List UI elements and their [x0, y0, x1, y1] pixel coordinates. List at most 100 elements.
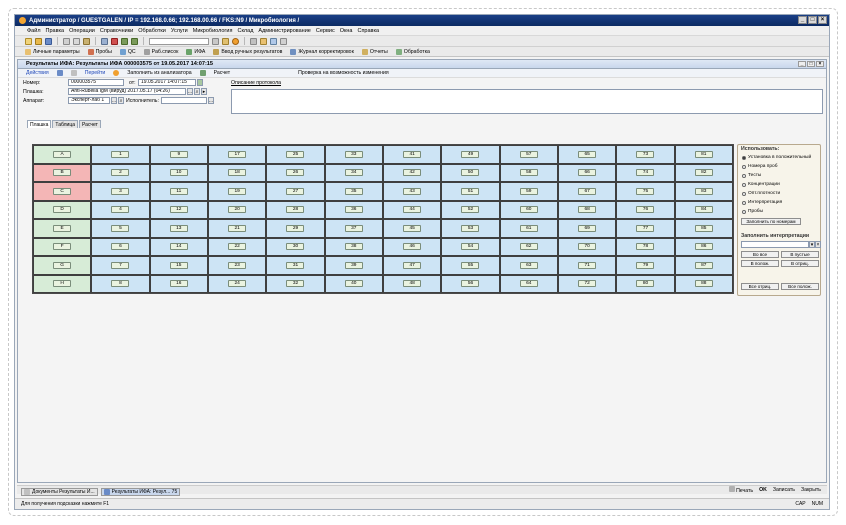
well-button[interactable]: 10 — [169, 169, 188, 177]
well-button[interactable]: 40 — [344, 280, 363, 288]
task-documents[interactable]: Документы Результаты И... — [21, 487, 98, 496]
paste-icon[interactable] — [83, 37, 90, 45]
redo-icon[interactable] — [131, 37, 138, 45]
well-button[interactable]: 2 — [111, 169, 130, 177]
plate-row-header[interactable]: H — [33, 274, 92, 293]
plate-cell[interactable]: 71 — [557, 256, 617, 275]
well-button[interactable]: 42 — [403, 169, 422, 177]
menu-windows[interactable]: Окна — [340, 28, 353, 34]
plate-cell[interactable]: 11 — [149, 182, 208, 201]
plate-cell[interactable]: 59 — [499, 182, 558, 201]
use-option-radio[interactable]: Опт.плотности — [742, 191, 780, 196]
plate-cell[interactable]: 4 — [91, 200, 150, 219]
well-button[interactable]: 18 — [228, 169, 247, 177]
interp-combo[interactable] — [741, 241, 809, 248]
plate-cell[interactable]: 68 — [557, 200, 617, 219]
well-button[interactable]: 54 — [461, 243, 480, 251]
date-field[interactable]: 19.05.2017 14:07:15 — [138, 79, 196, 86]
copy-icon[interactable] — [73, 37, 80, 45]
plate-cell[interactable]: 45 — [382, 219, 442, 238]
well-button[interactable]: 69 — [578, 224, 597, 232]
plate-cell[interactable]: 53 — [441, 219, 500, 238]
plate-open-icon[interactable]: ▸ — [201, 88, 207, 95]
plate-cell[interactable]: 10 — [149, 163, 208, 182]
plate-cell[interactable]: 56 — [441, 274, 500, 293]
close-button[interactable]: × — [818, 16, 827, 24]
plate-cell[interactable]: 82 — [674, 163, 733, 182]
help-icon[interactable] — [232, 37, 239, 45]
save-icon[interactable] — [45, 37, 52, 45]
well-button[interactable]: 75 — [636, 187, 655, 195]
use-option-radio[interactable]: Концентрации — [742, 182, 780, 187]
plate-cell[interactable]: 47 — [382, 256, 442, 275]
well-button[interactable]: 30 — [286, 243, 305, 251]
plate-cell[interactable]: 87 — [674, 256, 733, 275]
row-label-button[interactable]: C — [53, 187, 72, 195]
find-icon[interactable] — [101, 37, 108, 45]
plate-cell[interactable]: 20 — [207, 200, 267, 219]
plate-cell[interactable]: 55 — [441, 256, 500, 275]
tab-table[interactable]: Таблица — [52, 120, 78, 128]
plate-row-header[interactable]: F — [33, 237, 92, 256]
maximize-button[interactable]: □ — [808, 16, 817, 24]
reports-button[interactable]: Отчеты — [361, 48, 388, 55]
fill-all-button[interactable]: Во все — [741, 251, 779, 258]
menu-references[interactable]: Справочники — [100, 28, 133, 34]
well-button[interactable]: 11 — [169, 187, 188, 195]
well-button[interactable]: 38 — [344, 243, 363, 251]
plate-cell[interactable]: 52 — [441, 200, 500, 219]
doc-minimize-button[interactable]: _ — [798, 61, 806, 67]
device-field[interactable]: Эксперт-лаб 1 — [68, 97, 110, 104]
plate-cell[interactable]: 57 — [499, 145, 558, 164]
plate-cell[interactable]: 29 — [266, 219, 325, 238]
plate-cell[interactable]: 48 — [382, 274, 442, 293]
calendar-icon[interactable] — [222, 37, 229, 45]
plate-cell[interactable]: 77 — [616, 219, 675, 238]
well-button[interactable]: 15 — [169, 261, 188, 269]
plate-cell[interactable]: 12 — [149, 200, 208, 219]
plate-cell[interactable]: 31 — [266, 256, 325, 275]
plate-cell[interactable]: 15 — [149, 256, 208, 275]
menu-microbiology[interactable]: Микробиология — [193, 28, 233, 34]
well-button[interactable]: 5 — [111, 224, 130, 232]
plate-cell[interactable]: 64 — [499, 274, 558, 293]
well-button[interactable]: 14 — [169, 243, 188, 251]
plate-cell[interactable]: 13 — [149, 219, 208, 238]
well-button[interactable]: 67 — [578, 187, 597, 195]
menu-services[interactable]: Услуги — [171, 28, 188, 34]
plate-cell[interactable]: 27 — [266, 182, 325, 201]
well-button[interactable]: 71 — [578, 261, 597, 269]
calendar-icon[interactable] — [197, 79, 203, 86]
number-field[interactable]: 000003575 — [68, 79, 124, 86]
plate-cell[interactable]: 73 — [616, 145, 675, 164]
calc-icon[interactable] — [212, 37, 219, 45]
well-button[interactable]: 37 — [344, 224, 363, 232]
plate-row-header[interactable]: G — [33, 256, 92, 275]
plate-field[interactable]: Anti-Rubella IgM (вируд) 2017.05.17 (04:… — [68, 88, 186, 95]
well-button[interactable]: 60 — [519, 206, 538, 214]
go-menu[interactable]: Перейти — [85, 70, 106, 76]
well-button[interactable]: 25 — [286, 150, 305, 158]
processing-button[interactable]: Обработка — [395, 48, 430, 55]
worklist-button[interactable]: Раб.список — [143, 48, 178, 55]
corrections-journal-button[interactable]: Журнал корректировок — [290, 48, 354, 55]
plate-cell[interactable]: 33 — [324, 145, 383, 164]
well-button[interactable]: 85 — [694, 224, 713, 232]
plate-cell[interactable]: 34 — [324, 163, 383, 182]
well-button[interactable]: 34 — [344, 169, 363, 177]
well-button[interactable]: 70 — [578, 243, 597, 251]
plate-cell[interactable]: 43 — [382, 182, 442, 201]
plate-cell[interactable]: 54 — [441, 237, 500, 256]
well-button[interactable]: 68 — [578, 206, 597, 214]
well-button[interactable]: 3 — [111, 187, 130, 195]
well-button[interactable]: 39 — [344, 261, 363, 269]
actions-menu[interactable]: Действия — [26, 70, 49, 76]
plate-cell[interactable]: 32 — [266, 274, 325, 293]
plate-cell[interactable]: 50 — [441, 163, 500, 182]
well-button[interactable]: 59 — [519, 187, 538, 195]
report-icon[interactable] — [260, 37, 267, 45]
plate-cell[interactable]: 37 — [324, 219, 383, 238]
open-icon[interactable] — [35, 37, 42, 45]
plate-cell[interactable]: 1 — [91, 145, 150, 164]
row-label-button[interactable]: E — [53, 224, 72, 232]
